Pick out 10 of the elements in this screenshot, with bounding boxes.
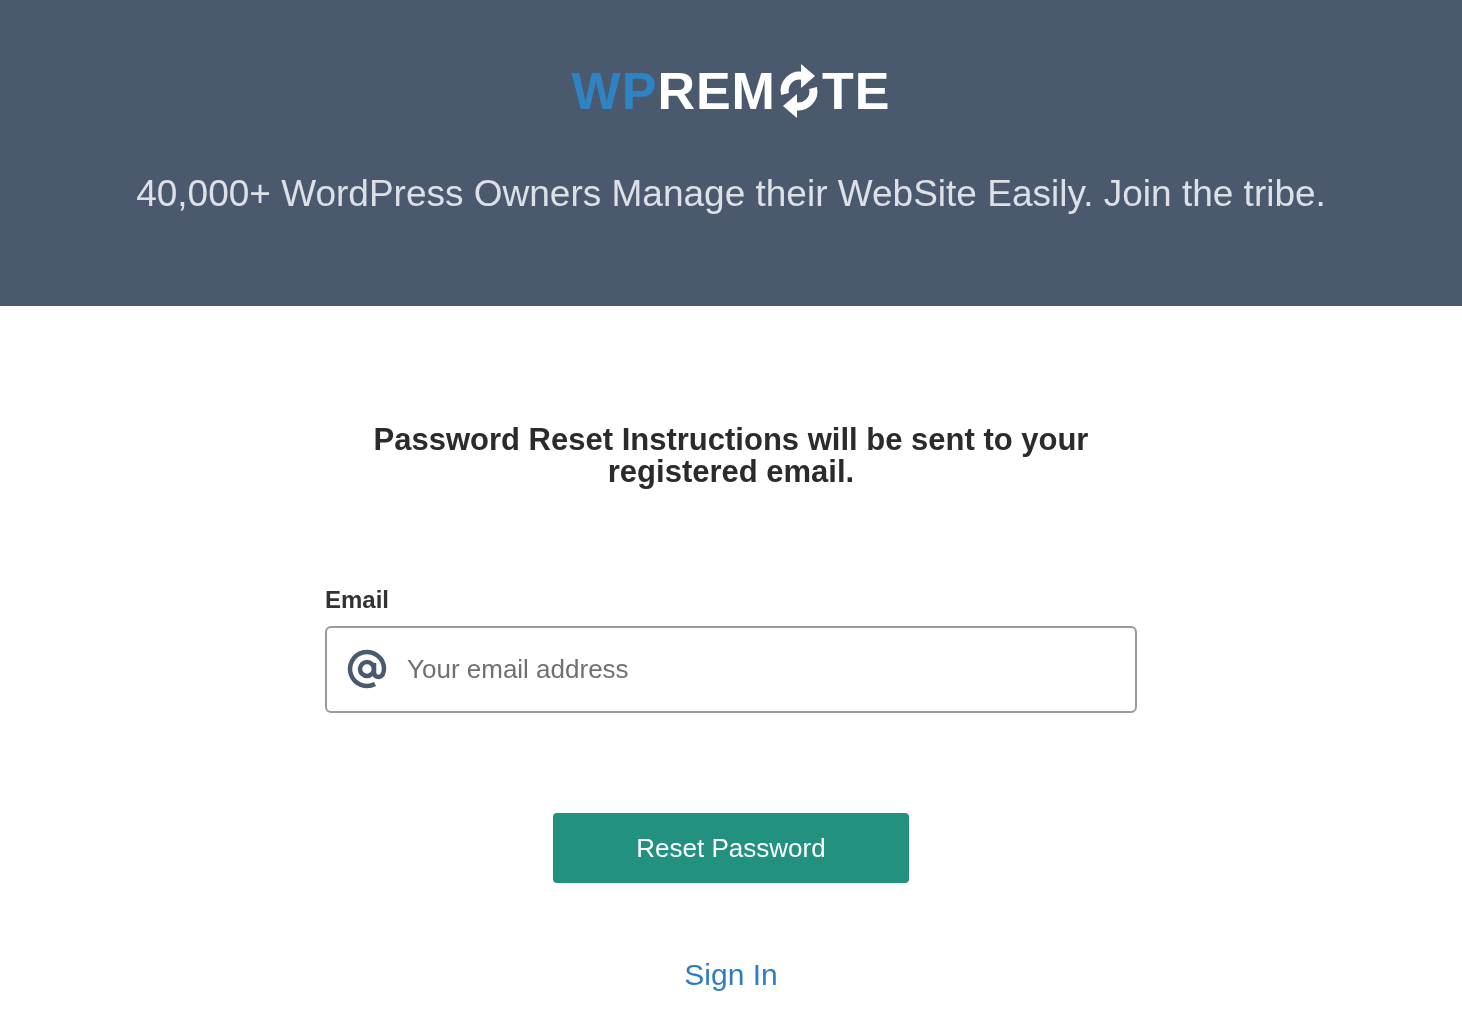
logo-text: TE: [821, 65, 891, 117]
email-label: Email: [325, 586, 391, 614]
at-sign-icon: [347, 649, 387, 689]
email-field[interactable]: Your email address: [325, 626, 1137, 713]
logo-text: WP: [571, 65, 658, 117]
sign-in-link[interactable]: Sign In: [684, 957, 778, 993]
instructions-heading: Password Reset Instructions will be sent to your registered email.: [372, 424, 1090, 488]
logo-text: REM: [657, 65, 776, 117]
reset-password-button[interactable]: Reset Password: [553, 813, 909, 883]
tagline: 40,000+ WordPress Owners Manage their WebSite Easily. Join the tribe.: [136, 172, 1326, 216]
